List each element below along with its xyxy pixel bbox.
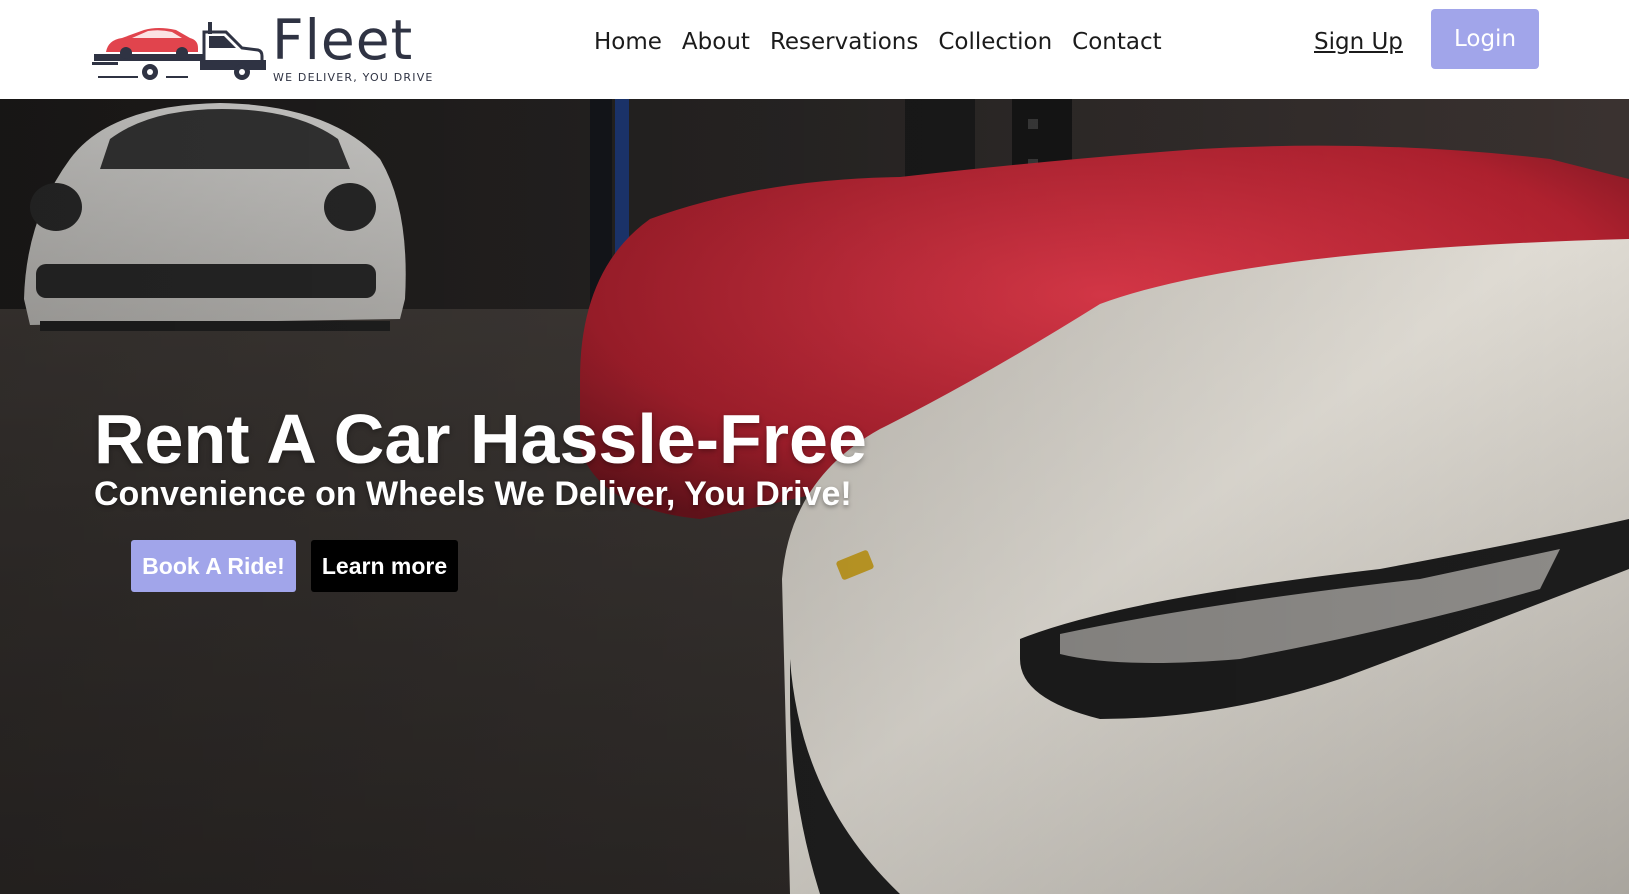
brand-logo[interactable]: Fleet WE DELIVER, YOU DRIVE	[92, 8, 432, 88]
tow-truck-logo-icon	[92, 22, 266, 80]
main-nav: Home About Reservations Collection Conta…	[594, 22, 1162, 62]
navbar: Fleet WE DELIVER, YOU DRIVE Home About R…	[0, 0, 1629, 99]
nav-link-about[interactable]: About	[682, 29, 750, 55]
hero-subtitle: Convenience on Wheels We Deliver, You Dr…	[94, 475, 852, 513]
nav-link-contact[interactable]: Contact	[1072, 29, 1161, 55]
nav-link-home[interactable]: Home	[594, 29, 662, 55]
login-button[interactable]: Login	[1431, 9, 1539, 69]
nav-link-reservations[interactable]: Reservations	[770, 29, 918, 55]
brand-name: Fleet	[272, 8, 414, 72]
learn-more-button[interactable]: Learn more	[311, 540, 458, 592]
book-a-ride-button[interactable]: Book A Ride!	[131, 540, 296, 592]
hero-section: Rent A Car Hassle-Free Convenience on Wh…	[0, 99, 1629, 894]
hero-title: Rent A Car Hassle-Free	[94, 400, 867, 478]
brand-tagline: WE DELIVER, YOU DRIVE	[273, 71, 434, 84]
sign-up-link[interactable]: Sign Up	[1314, 22, 1403, 62]
nav-link-collection[interactable]: Collection	[938, 29, 1052, 55]
